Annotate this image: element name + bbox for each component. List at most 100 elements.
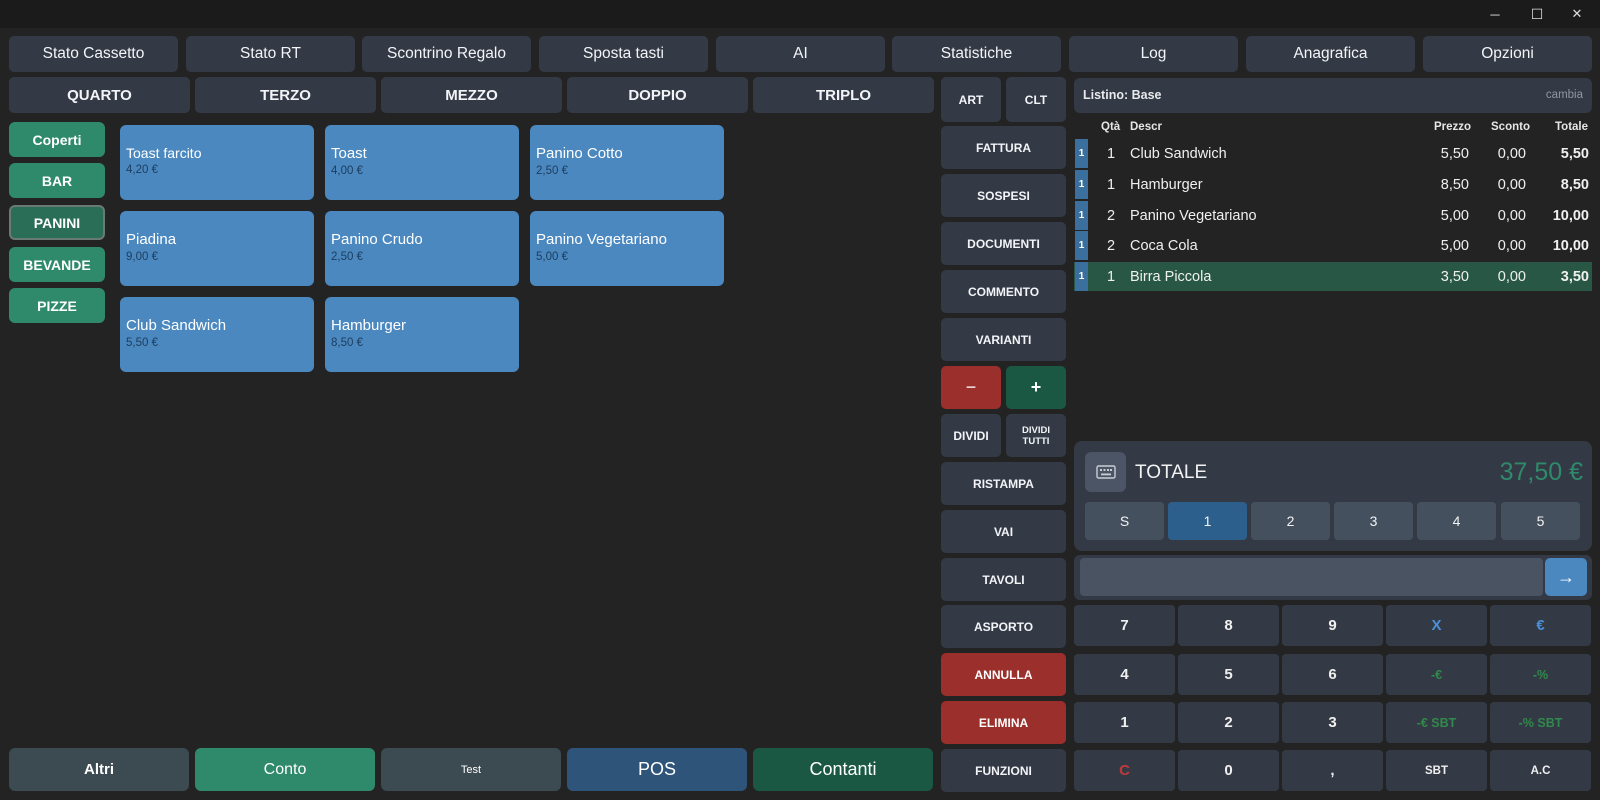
split-1-button[interactable]: 1 <box>1168 502 1247 540</box>
key-euro[interactable]: € <box>1490 605 1591 646</box>
product-club-sandwich[interactable]: Club Sandwich 5,50 € <box>120 297 314 372</box>
vai-button[interactable]: VAI <box>941 510 1066 553</box>
mezzo-button[interactable]: MEZZO <box>381 77 562 113</box>
terzo-button[interactable]: TERZO <box>195 77 376 113</box>
category-bar[interactable]: BAR <box>9 163 105 198</box>
sposta-tasti-button[interactable]: Sposta tasti <box>539 36 708 72</box>
key-multiply[interactable]: X <box>1386 605 1487 646</box>
key-discount-percent-subtotal[interactable]: -% SBT <box>1490 702 1591 743</box>
category-panini[interactable]: PANINI <box>9 205 105 240</box>
key-7[interactable]: 7 <box>1074 605 1175 646</box>
key-5[interactable]: 5 <box>1178 654 1279 695</box>
split-3-button[interactable]: 3 <box>1334 502 1413 540</box>
product-name: Club Sandwich <box>126 317 227 334</box>
asporto-button[interactable]: ASPORTO <box>941 605 1066 648</box>
listino-change-link[interactable]: cambia <box>1546 89 1583 101</box>
documenti-button[interactable]: DOCUMENTI <box>941 222 1066 265</box>
doppio-button[interactable]: DOPPIO <box>567 77 748 113</box>
product-toast[interactable]: Toast 4,00 € <box>325 125 519 200</box>
key-discount-euro[interactable]: -€ <box>1386 654 1487 695</box>
key-6[interactable]: 6 <box>1282 654 1383 695</box>
order-row-selected[interactable]: 1 1 Birra Piccola 3,50 0,00 3,50 <box>1074 262 1592 291</box>
key-clear[interactable]: C <box>1074 750 1175 791</box>
total-amount: 37,50 € <box>1499 458 1583 486</box>
ristampa-button[interactable]: RISTAMPA <box>941 462 1066 505</box>
product-piadina[interactable]: Piadina 9,00 € <box>120 211 314 286</box>
altri-button[interactable]: Altri <box>9 748 189 791</box>
scontrino-regalo-button[interactable]: Scontrino Regalo <box>362 36 531 72</box>
close-icon[interactable]: ✕ <box>1554 0 1600 28</box>
plus-button[interactable]: + <box>1006 366 1066 409</box>
key-comma[interactable]: , <box>1282 750 1383 791</box>
row-discount: 0,00 <box>1497 177 1526 193</box>
opzioni-button[interactable]: Opzioni <box>1423 36 1592 72</box>
product-hamburger[interactable]: Hamburger 8,50 € <box>325 297 519 372</box>
test-button[interactable]: Test <box>381 748 561 791</box>
triplo-button[interactable]: TRIPLO <box>753 77 934 113</box>
statistiche-button[interactable]: Statistiche <box>892 36 1061 72</box>
category-bevande[interactable]: BEVANDE <box>9 247 105 282</box>
product-panino-vegetariano[interactable]: Panino Vegetariano 5,00 € <box>530 211 724 286</box>
funzioni-button[interactable]: FUNZIONI <box>941 749 1066 792</box>
quarto-button[interactable]: QUARTO <box>9 77 190 113</box>
key-4[interactable]: 4 <box>1074 654 1175 695</box>
key-0[interactable]: 0 <box>1178 750 1279 791</box>
key-2[interactable]: 2 <box>1178 702 1279 743</box>
split-5-button[interactable]: 5 <box>1501 502 1580 540</box>
annulla-button[interactable]: ANNULLA <box>941 653 1066 696</box>
ai-button[interactable]: AI <box>716 36 885 72</box>
key-discount-percent[interactable]: -% <box>1490 654 1591 695</box>
row-qty: 1 <box>1107 177 1116 193</box>
log-button[interactable]: Log <box>1069 36 1238 72</box>
dividi-button[interactable]: DIVIDI <box>941 414 1001 457</box>
amount-input[interactable] <box>1080 558 1543 596</box>
order-row[interactable]: 1 2 Panino Vegetariano 5,00 0,00 10,00 <box>1074 201 1592 230</box>
order-row[interactable]: 1 1 Club Sandwich 5,50 0,00 5,50 <box>1074 139 1592 168</box>
product-toast-farcito[interactable]: Toast farcito 4,20 € <box>120 125 314 200</box>
product-price: 4,00 € <box>331 165 363 177</box>
contanti-button[interactable]: Contanti <box>753 748 933 791</box>
product-name: Toast <box>331 145 367 162</box>
row-price: 5,00 <box>1440 238 1469 254</box>
category-pizze[interactable]: PIZZE <box>9 288 105 323</box>
key-8[interactable]: 8 <box>1178 605 1279 646</box>
pos-button[interactable]: POS <box>567 748 747 791</box>
key-all-clear[interactable]: A.C <box>1490 750 1591 791</box>
key-9[interactable]: 9 <box>1282 605 1383 646</box>
conto-button[interactable]: Conto <box>195 748 375 791</box>
order-row[interactable]: 1 1 Hamburger 8,50 0,00 8,50 <box>1074 170 1592 199</box>
key-3[interactable]: 3 <box>1282 702 1383 743</box>
art-button[interactable]: ART <box>941 77 1001 122</box>
minimize-icon[interactable]: ─ <box>1472 0 1518 28</box>
commento-button[interactable]: COMMENTO <box>941 270 1066 313</box>
clt-button[interactable]: CLT <box>1006 77 1066 122</box>
anagrafica-button[interactable]: Anagrafica <box>1246 36 1415 72</box>
sospesi-button[interactable]: SOSPESI <box>941 174 1066 217</box>
key-1[interactable]: 1 <box>1074 702 1175 743</box>
split-2-button[interactable]: 2 <box>1251 502 1330 540</box>
elimina-button[interactable]: ELIMINA <box>941 701 1066 744</box>
product-panino-crudo[interactable]: Panino Crudo 2,50 € <box>325 211 519 286</box>
keyboard-icon[interactable] <box>1085 452 1126 492</box>
split-4-button[interactable]: 4 <box>1417 502 1496 540</box>
stato-cassetto-button[interactable]: Stato Cassetto <box>9 36 178 72</box>
key-subtotal[interactable]: SBT <box>1386 750 1487 791</box>
row-discount: 0,00 <box>1497 269 1526 285</box>
submit-arrow-button[interactable]: → <box>1545 558 1587 596</box>
row-total: 8,50 <box>1560 177 1589 193</box>
row-descr: Club Sandwich <box>1130 146 1227 162</box>
stato-rt-button[interactable]: Stato RT <box>186 36 355 72</box>
key-discount-euro-subtotal[interactable]: -€ SBT <box>1386 702 1487 743</box>
varianti-button[interactable]: VARIANTI <box>941 318 1066 361</box>
row-price: 5,00 <box>1440 208 1469 224</box>
dividi-tutti-button[interactable]: DIVIDI TUTTI <box>1006 414 1066 457</box>
tavoli-button[interactable]: TAVOLI <box>941 558 1066 601</box>
order-row[interactable]: 1 2 Coca Cola 5,00 0,00 10,00 <box>1074 231 1592 260</box>
dividi-tutti-line1: DIVIDI <box>1022 424 1050 436</box>
split-s-button[interactable]: S <box>1085 502 1164 540</box>
minus-button[interactable]: − <box>941 366 1001 409</box>
fattura-button[interactable]: FATTURA <box>941 126 1066 169</box>
row-price: 8,50 <box>1440 177 1469 193</box>
category-coperti[interactable]: Coperti <box>9 122 105 157</box>
product-panino-cotto[interactable]: Panino Cotto 2,50 € <box>530 125 724 200</box>
